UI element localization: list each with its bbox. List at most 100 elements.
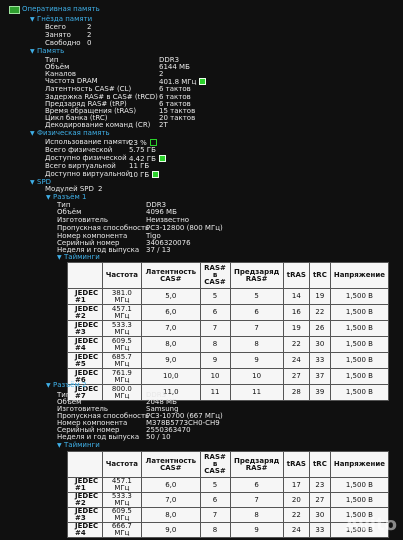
collapse-arrow-icon: ▼	[46, 382, 51, 389]
table-header-corner	[67, 262, 103, 289]
table-cell: 8,0	[141, 507, 201, 523]
table-header: tRAS	[282, 451, 310, 478]
table-cell: 17	[282, 477, 310, 493]
table-row: JEDEC #3 533.3 МГц 7,0 7 7 19 26 1,500 В	[67, 320, 390, 337]
table-cell: 761.9 МГц	[101, 368, 143, 385]
table-cell: 7	[229, 492, 284, 508]
table-cell: 24	[282, 522, 310, 538]
table-cell: 11	[229, 384, 284, 401]
table-cell: 457.1 МГц	[101, 304, 143, 321]
table-cell: 609.5 МГц	[101, 507, 143, 523]
table-cell: 6	[199, 492, 231, 508]
tree-node-physical-memory[interactable]: ▼ Физическая память	[30, 130, 110, 138]
table-header: Частота	[101, 451, 143, 478]
collapse-arrow-icon: ▼	[30, 48, 35, 55]
collapse-arrow-icon: ▼	[30, 16, 35, 23]
table-cell: 9,0	[141, 522, 201, 538]
collapse-arrow-icon: ▼	[57, 442, 62, 449]
table-row-name: JEDEC #3	[67, 320, 103, 337]
table-cell: 27	[308, 492, 331, 508]
table-cell: 533.3 МГц	[101, 320, 143, 337]
table-cell: 8	[199, 336, 231, 353]
table-row: JEDEC #2 457.1 МГц 6,0 6 6 16 22 1,500 В	[67, 304, 390, 321]
table-cell: 27	[282, 368, 310, 385]
timings-table-slot-2: Частота Латентность CAS# RAS# в CAS# Пре…	[67, 451, 390, 538]
table-cell: 1,500 В	[329, 492, 390, 508]
timings-table-slot-1: Частота Латентность CAS# RAS# в CAS# Пре…	[67, 262, 390, 401]
table-cell: 5	[199, 288, 231, 305]
table-cell: 7,0	[141, 492, 201, 508]
table-cell: 5,0	[141, 288, 201, 305]
table-row: JEDEC #2 533.3 МГц 7,0 6 7 20 27 1,500 В	[67, 492, 390, 508]
table-cell: 19	[308, 288, 331, 305]
table-cell: 6,0	[141, 477, 201, 493]
table-row: JEDEC #5 685.7 МГц 9,0 9 9 24 33 1,500 В	[67, 352, 390, 369]
table-row-name: JEDEC #2	[67, 304, 103, 321]
table-row-name: JEDEC #4	[67, 336, 103, 353]
table-cell: 800.0 МГц	[101, 384, 143, 401]
table-cell: 19	[282, 320, 310, 337]
table-cell: 22	[308, 304, 331, 321]
table-cell: 30	[308, 336, 331, 353]
table-row-name: JEDEC #1	[67, 477, 103, 493]
status-indicator-icon	[199, 78, 207, 85]
table-cell: 1,500 В	[329, 477, 390, 493]
table-cell: 8	[229, 336, 284, 353]
table-cell: 26	[308, 320, 331, 337]
table-cell: 609.5 МГц	[101, 336, 143, 353]
collapse-arrow-icon: ▼	[46, 194, 51, 201]
table-cell: 1,500 В	[329, 288, 390, 305]
table-cell: 11	[199, 384, 231, 401]
table-header: RAS# в CAS#	[199, 451, 231, 478]
table-row: JEDEC #6 761.9 МГц 10,0 10 10 27 37 1,500 В	[67, 368, 390, 385]
table-row: JEDEC #4 666.7 МГц 9,0 8 9 24 33 1,500 В	[67, 522, 390, 538]
table-cell: 1,500 В	[329, 384, 390, 401]
table-cell: 685.7 МГц	[101, 352, 143, 369]
table-header: Предзаряд RAS#	[229, 451, 284, 478]
table-cell: 1,500 В	[329, 352, 390, 369]
table-cell: 1,500 В	[329, 368, 390, 385]
table-cell: 1,500 В	[329, 320, 390, 337]
tree-node-timings-1[interactable]: ▼ Тайминги	[57, 254, 100, 262]
table-header: Напряжение	[329, 262, 390, 289]
avito-watermark: Avito	[344, 514, 397, 535]
table-cell: 5	[199, 477, 231, 493]
status-indicator-icon	[152, 171, 160, 178]
table-row: JEDEC #1 381.0 МГц 5,0 5 5 14 19 1,500 В	[67, 288, 390, 305]
table-header: Латентность CAS#	[141, 451, 201, 478]
status-indicator-icon	[149, 139, 157, 146]
table-cell: 30	[308, 507, 331, 523]
table-cell: 10,0	[141, 368, 201, 385]
table-row-name: JEDEC #1	[67, 288, 103, 305]
table-cell: 8	[229, 507, 284, 523]
table-cell: 381.0 МГц	[101, 288, 143, 305]
table-cell: 28	[282, 384, 310, 401]
collapse-arrow-icon: ▼	[30, 130, 35, 137]
table-header: Латентность CAS#	[141, 262, 201, 289]
table-cell: 39	[308, 384, 331, 401]
tree-node-ram[interactable]: Оперативная память	[22, 6, 100, 14]
table-header: Напряжение	[329, 451, 390, 478]
table-row: JEDEC #3 609.5 МГц 8,0 7 8 22 30 1,500 В	[67, 507, 390, 523]
table-cell: 5	[229, 288, 284, 305]
tree-node-slot-2[interactable]: ▼ Разъём 2	[46, 382, 86, 390]
table-cell: 22	[282, 507, 310, 523]
table-row-name: JEDEC #2	[67, 492, 103, 508]
table-header-corner	[67, 451, 103, 478]
table-cell: 9	[229, 522, 284, 538]
table-cell: 10	[229, 368, 284, 385]
table-cell: 37	[308, 368, 331, 385]
tree-node-memory[interactable]: ▼ Память	[30, 48, 64, 56]
table-cell: 9	[229, 352, 284, 369]
table-cell: 24	[282, 352, 310, 369]
table-header: tRC	[308, 451, 331, 478]
table-cell: 9	[199, 352, 231, 369]
table-cell: 14	[282, 288, 310, 305]
tree-node-timings-2[interactable]: ▼ Тайминги	[57, 442, 100, 450]
collapse-arrow-icon: ▼	[30, 179, 35, 186]
table-cell: 1,500 В	[329, 304, 390, 321]
table-cell: 10	[199, 368, 231, 385]
collapse-arrow-icon: ▼	[57, 254, 62, 261]
table-cell: 16	[282, 304, 310, 321]
table-cell: 9,0	[141, 352, 201, 369]
